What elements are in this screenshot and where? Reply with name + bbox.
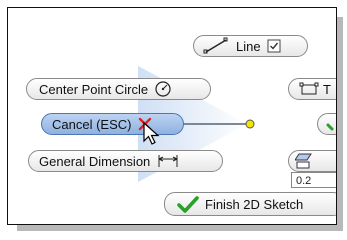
center-point-circle-label: Center Point Circle bbox=[39, 81, 149, 97]
hatch-icon bbox=[295, 152, 313, 170]
rectangle-button[interactable]: T bbox=[288, 78, 336, 100]
frame-shadow-bottom bbox=[17, 225, 343, 231]
finish-2d-sketch-button[interactable]: Finish 2D Sketch bbox=[164, 192, 336, 216]
center-point-circle-button[interactable]: Center Point Circle bbox=[26, 78, 211, 100]
finish-2d-sketch-label: Finish 2D Sketch bbox=[205, 196, 304, 212]
hatch-value-box: 0.2 bbox=[291, 172, 336, 188]
checkmark-partial-icon bbox=[326, 116, 336, 132]
center-dot bbox=[245, 119, 255, 129]
line-button[interactable]: Line bbox=[193, 35, 308, 57]
rectangle-icon bbox=[299, 82, 319, 96]
marking-menu-frame: Line Center Point Circle Cancel (ESC) Ge… bbox=[7, 7, 337, 225]
mouse-cursor-icon bbox=[143, 121, 160, 145]
cancel-button[interactable]: Cancel (ESC) bbox=[41, 113, 184, 135]
rectangle-label-partial: T bbox=[323, 81, 331, 97]
checkmark-icon bbox=[177, 195, 199, 213]
hatch-button[interactable] bbox=[288, 150, 336, 172]
general-dimension-button[interactable]: General Dimension bbox=[28, 150, 223, 172]
general-dimension-label: General Dimension bbox=[39, 153, 151, 169]
line-icon bbox=[202, 37, 230, 55]
hatch-value-text: 0.2 bbox=[296, 175, 312, 187]
cancel-label: Cancel (ESC) bbox=[52, 116, 132, 132]
frame-shadow-right bbox=[337, 17, 343, 231]
dimension-icon bbox=[156, 153, 180, 169]
circle-icon bbox=[154, 80, 172, 98]
partial-check-button[interactable] bbox=[317, 113, 336, 135]
line-label: Line bbox=[236, 38, 261, 54]
checkbox-icon bbox=[267, 39, 281, 53]
